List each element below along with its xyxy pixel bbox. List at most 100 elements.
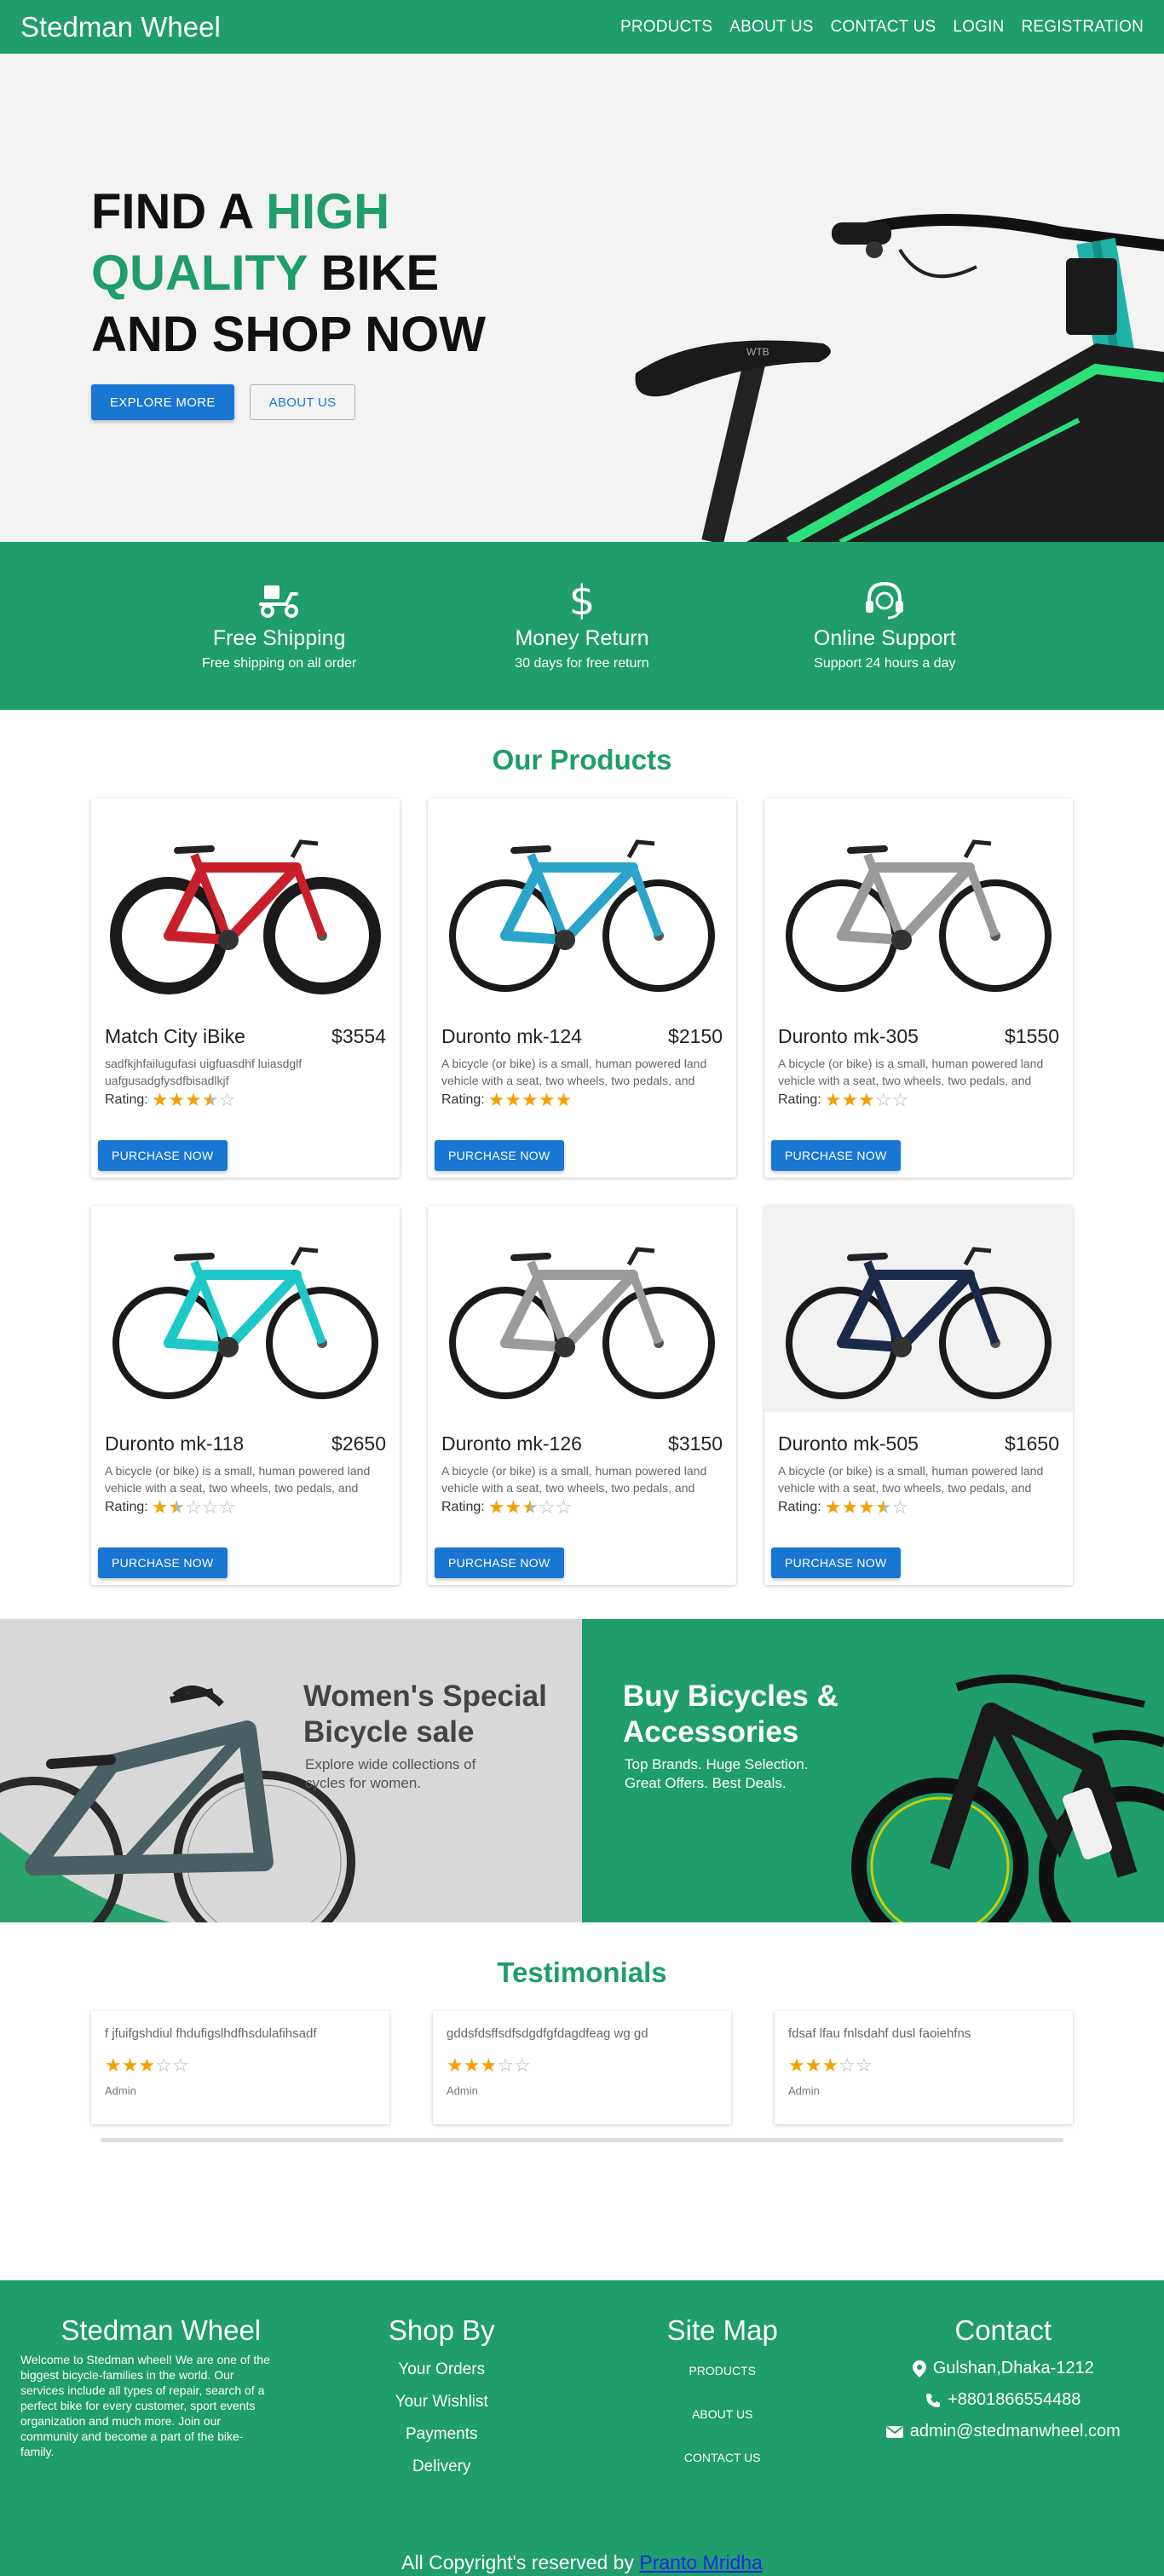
product-name: Duronto mk-124 (441, 1025, 582, 1047)
footer-link-contact[interactable]: CONTACT US (582, 2451, 863, 2464)
product-card[interactable]: Duronto mk-126 $3150 A bicycle (or bike) i… (428, 1206, 736, 1585)
womens-sale-banner[interactable]: Women's Special Bicycle sale Explore wide… (0, 1619, 582, 1922)
product-image[interactable] (91, 1206, 400, 1412)
product-image[interactable] (91, 798, 400, 1005)
product-image[interactable] (428, 798, 736, 1005)
product-image[interactable] (764, 1206, 1073, 1412)
star-icon: ★ (487, 1496, 505, 1518)
footer-about: Stedman Wheel Welcome to Stedman wheel! … (20, 2314, 302, 2476)
product-card-body: Duronto mk-124 $2150 A bicycle (or bike) i… (428, 1005, 736, 1109)
testimonial-author: Admin (447, 2084, 478, 2097)
product-header: Match City iBike $3554 (105, 1025, 386, 1048)
star-icon: ☆ (874, 1089, 892, 1110)
rating-label: Rating: (105, 1500, 148, 1514)
product-card[interactable]: Duronto mk-124 $2150 A bicycle (or bike) i… (428, 798, 736, 1178)
dollar-icon: $ (569, 580, 596, 620)
rating-label: Rating: (105, 1092, 148, 1107)
headset-icon (866, 581, 904, 620)
womens-sale-sub-line2: cycles for women. (305, 1775, 422, 1791)
purchase-now-button[interactable]: PURCHASE NOW (98, 1547, 228, 1578)
promo-banners: Women's Special Bicycle sale Explore wide… (0, 1619, 1164, 1922)
shop-by-heading: Shop By (388, 2314, 495, 2346)
star-icon: ☆ (218, 1496, 236, 1518)
nav-link-registration[interactable]: REGISTRATION (1022, 18, 1144, 37)
star-rating: ★ ★ ☆ ☆ ☆ (152, 1498, 236, 1517)
womens-sale-title-line1: Women's Special (303, 1680, 547, 1713)
testimonial-author: Admin (788, 2084, 820, 2097)
star-icon: ☆ (185, 1496, 202, 1518)
star-icon: ★ (858, 1496, 875, 1518)
testimonials-title: Testimonials (497, 1956, 667, 1988)
purchase-now-button[interactable]: PURCHASE NOW (771, 1140, 901, 1171)
svg-text:WTB: WTB (746, 346, 769, 358)
star-icon: ☆ (538, 1496, 556, 1518)
star-icon: ☆ (513, 2054, 531, 2076)
footer-link-about[interactable]: ABOUT US (582, 2407, 863, 2421)
star-icon: ★ (858, 1089, 875, 1110)
footer-link-products[interactable]: PRODUCTS (582, 2364, 863, 2377)
product-card[interactable]: Duronto mk-505 $1650 A bicycle (or bike) i… (764, 1206, 1073, 1585)
star-icon: ★ (824, 1089, 842, 1110)
product-card-body: Duronto mk-505 $1650 A bicycle (or bike) i… (764, 1412, 1073, 1517)
star-icon: ★ (138, 2054, 156, 2076)
product-bike-image (786, 1247, 1052, 1399)
star-icon: ☆ (891, 1496, 909, 1518)
product-header: Duronto mk-126 $3150 (441, 1432, 723, 1455)
star-icon: ★ (538, 1089, 556, 1110)
accessories-banner[interactable]: Buy Bicycles & Accessories Top Brands. Hu… (582, 1619, 1164, 1922)
product-rating: Rating: ★ ★ ★ ☆ ☆ (778, 1091, 1059, 1109)
brand-logo[interactable]: Stedman Wheel (20, 11, 221, 43)
testimonial-card: gddsfdsffsdfsdgdfgfdagdfeag wg gd ★ ★ ★ ☆ ☆ Ad… (433, 2011, 731, 2124)
product-card[interactable]: Match City iBike $3554 sadfkjhfailugufasi … (91, 798, 400, 1178)
star-rating: ★ ★ ★ ★ ☆ (825, 1498, 909, 1517)
mountain-bike-image (851, 1674, 1164, 1922)
purchase-now-button[interactable]: PURCHASE NOW (435, 1547, 564, 1578)
nav-link-contact[interactable]: CONTACT US (831, 18, 936, 37)
testimonials-carousel: f jfuifgshdiul fhdufigslhdfhsdulafihsadf… (91, 2011, 1073, 2124)
product-bike-image (110, 839, 381, 994)
nav-link-about[interactable]: ABOUT US (729, 18, 813, 37)
product-image[interactable] (428, 1206, 736, 1412)
footer-link-payments[interactable]: Payments (302, 2425, 583, 2444)
star-icon: ★ (105, 2054, 122, 2076)
hero-about-button[interactable]: ABOUT US (249, 384, 356, 420)
product-rating: Rating: ★ ★ ★ ★ ★ (441, 1091, 723, 1109)
product-image[interactable] (764, 798, 1073, 1005)
star-icon: ★ (821, 2054, 839, 2076)
explore-more-button[interactable]: EXPLORE MORE (91, 384, 234, 420)
product-name: Duronto mk-118 (105, 1432, 245, 1455)
product-card[interactable]: Duronto mk-305 $1550 A bicycle (or bike) i… (764, 798, 1073, 1178)
star-icon: ★ (447, 2054, 464, 2076)
hero-title-part2: BIKE (307, 245, 440, 301)
hero-bike-image: WTB (635, 214, 1164, 542)
purchase-now-button[interactable]: PURCHASE NOW (435, 1140, 564, 1171)
nav-link-login[interactable]: LOGIN (953, 18, 1004, 37)
star-rating: ★ ★ ★ ☆ ☆ (825, 1091, 909, 1109)
purchase-now-button[interactable]: PURCHASE NOW (771, 1547, 901, 1578)
product-name: Duronto mk-505 (778, 1432, 919, 1455)
testimonial-text: fdsaf lfau fnlsdahf dusl faoiehfns (788, 2026, 971, 2041)
star-icon: ★ (841, 1089, 859, 1110)
footer-link-orders[interactable]: Your Orders (302, 2360, 583, 2379)
copyright-text: All Copyright's reserved by (401, 2551, 640, 2573)
hero-text: FIND A HIGH QUALITY BIKE AND SHOP NOW EXPL… (91, 182, 534, 420)
author-link[interactable]: Pranto Mridha (639, 2551, 762, 2573)
product-rating: Rating: ★ ★ ★ ★ ☆ (105, 1091, 386, 1109)
contact-phone: +8801866554488 (863, 2390, 1144, 2410)
footer-link-delivery[interactable]: Delivery (302, 2458, 583, 2476)
nav-link-products[interactable]: PRODUCTS (620, 18, 712, 37)
feature-online-support: Online Support Support 24 hours a day (774, 580, 995, 671)
product-bike-image (786, 839, 1052, 992)
product-bike-image (449, 839, 715, 992)
product-description: sadfkjhfailugufasi uigfuasdhf luiasdglf … (105, 1057, 303, 1087)
testimonials-scrollbar[interactable] (101, 2138, 1063, 2142)
product-card[interactable]: Duronto mk-118 $2650 A bicycle (or bike) i… (91, 1206, 400, 1585)
star-icon: ☆ (497, 2054, 514, 2076)
product-description: A bicycle (or bike) is a small, human po… (778, 1057, 1044, 1087)
purchase-now-button[interactable]: PURCHASE NOW (98, 1140, 228, 1171)
footer-link-wishlist[interactable]: Your Wishlist (302, 2393, 583, 2412)
product-bike-image (112, 1247, 378, 1399)
contact-email-text: admin@stedmanwheel.com (909, 2422, 1121, 2441)
product-description: A bicycle (or bike) is a small, human po… (778, 1464, 1044, 1495)
womens-sale-title: Women's Special Bicycle sale (303, 1679, 547, 1750)
